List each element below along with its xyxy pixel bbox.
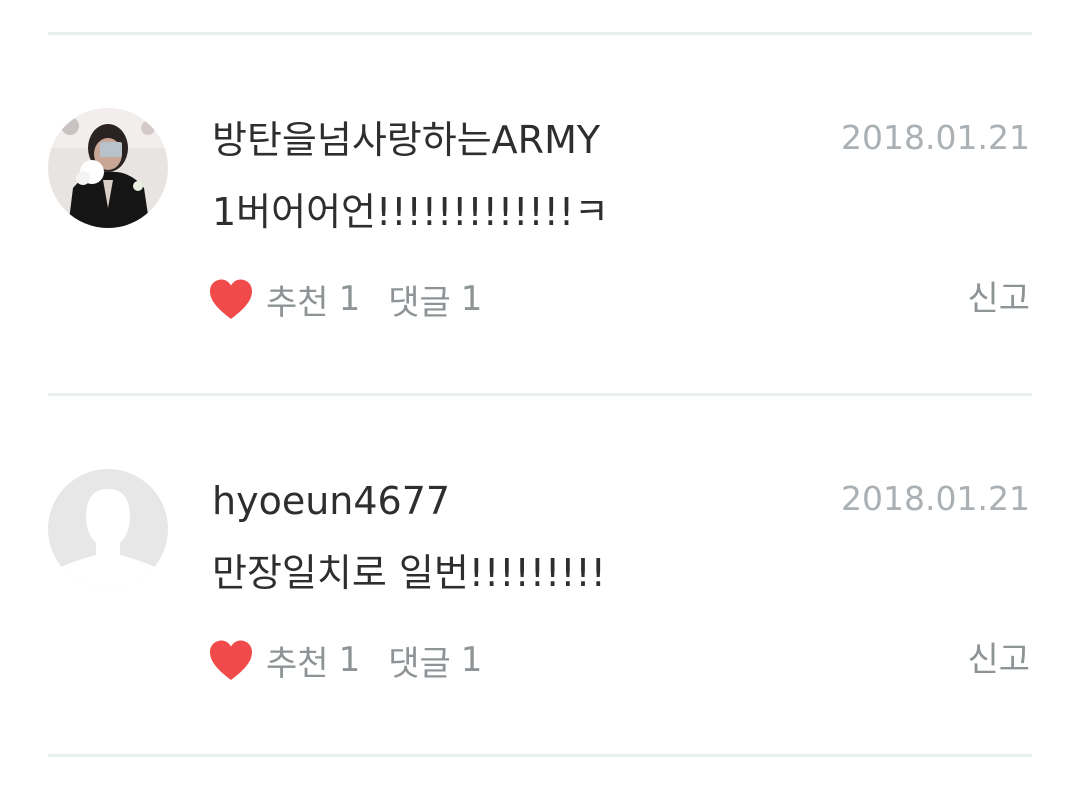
user-avatar[interactable] bbox=[48, 108, 168, 228]
recommend-button[interactable]: 추천 1 댓글 1 bbox=[208, 274, 482, 324]
recommend-count: 1 bbox=[338, 279, 361, 319]
comment-username[interactable]: 방탄을넘사랑하는ARMY bbox=[212, 114, 600, 166]
heart-icon bbox=[210, 279, 252, 319]
divider-bottom bbox=[48, 754, 1032, 757]
reply-button[interactable]: 댓글 1 bbox=[388, 636, 482, 685]
report-button[interactable]: 신고 bbox=[967, 274, 1030, 324]
comment-date: 2018.01.21 bbox=[841, 479, 1030, 518]
recommend-label: 추천 bbox=[266, 643, 329, 684]
comment-item: 방탄을넘사랑하는ARMY 2018.01.21 1버어어언!!!!!!!!!!!… bbox=[0, 34, 1080, 394]
comment-item: hyoeun4677 2018.01.21 만장일치로 일번!!!!!!!!! … bbox=[0, 395, 1080, 755]
report-button[interactable]: 신고 bbox=[967, 635, 1030, 685]
comment-text: 1버어어언!!!!!!!!!!!!!ㅋ bbox=[212, 190, 610, 234]
recommend-count: 1 bbox=[338, 640, 361, 680]
comment-text: 만장일치로 일번!!!!!!!!! bbox=[212, 551, 606, 595]
reply-button[interactable]: 댓글 1 bbox=[388, 275, 482, 324]
recommend-label: 추천 bbox=[266, 282, 329, 323]
avatar-photo bbox=[48, 108, 168, 228]
reply-count: 1 bbox=[460, 640, 483, 680]
reply-label: 댓글 bbox=[388, 643, 451, 684]
reply-count: 1 bbox=[460, 279, 483, 319]
user-avatar[interactable] bbox=[48, 469, 168, 589]
heart-icon bbox=[210, 640, 252, 680]
user-silhouette-icon bbox=[48, 469, 168, 589]
comment-date: 2018.01.21 bbox=[841, 118, 1030, 157]
recommend-button[interactable]: 추천 1 댓글 1 bbox=[208, 635, 482, 685]
comment-username[interactable]: hyoeun4677 bbox=[212, 475, 450, 527]
reply-label: 댓글 bbox=[388, 282, 451, 323]
